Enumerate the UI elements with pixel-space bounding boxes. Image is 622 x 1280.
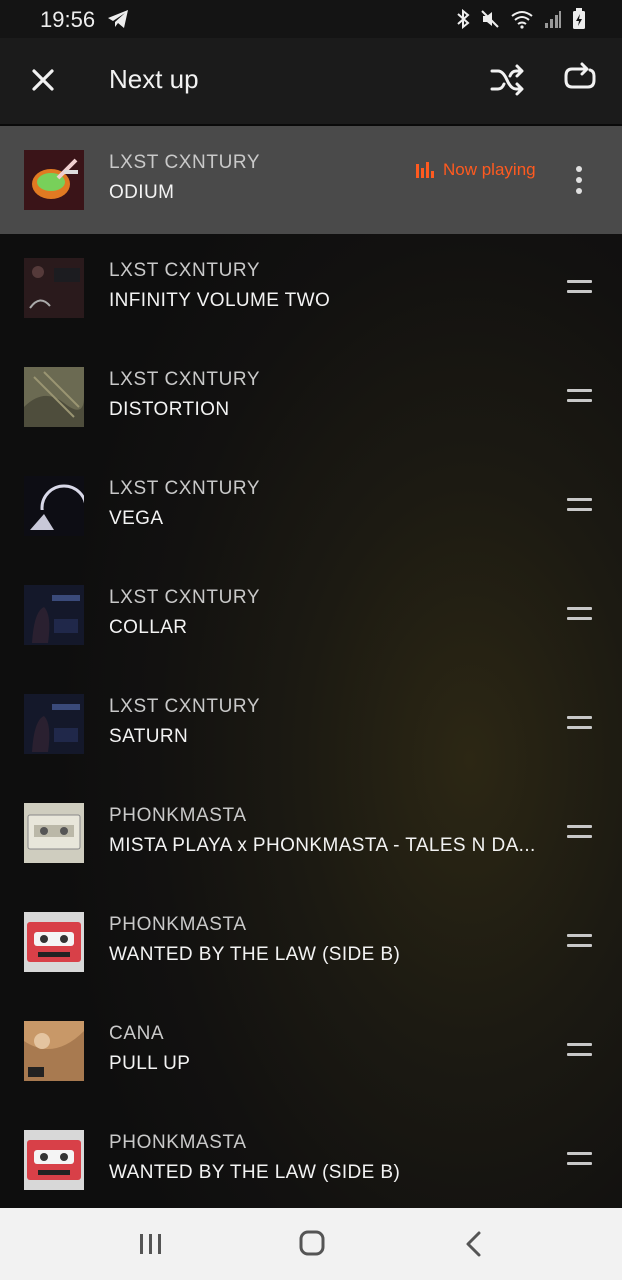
album-art bbox=[24, 258, 84, 318]
drag-handle-icon[interactable] bbox=[567, 607, 592, 621]
track-title: PULL UP bbox=[109, 1053, 191, 1074]
track-title: WANTED BY THE LAW (SIDE B) bbox=[109, 1162, 401, 1183]
track-title: DISTORTION bbox=[109, 399, 230, 420]
more-options-icon[interactable] bbox=[570, 164, 588, 196]
repeat-icon[interactable] bbox=[562, 62, 598, 98]
track-title: MISTA PLAYA x PHONKMASTA - TALES N DA... bbox=[109, 835, 536, 856]
telegram-icon bbox=[108, 10, 128, 28]
queue-item[interactable]: LXST CXNTURY DISTORTION bbox=[0, 343, 622, 452]
track-title: INFINITY VOLUME TWO bbox=[109, 290, 331, 311]
album-art bbox=[24, 803, 84, 863]
status-icons bbox=[456, 8, 586, 30]
recents-icon[interactable] bbox=[138, 1232, 164, 1256]
track-title: ODIUM bbox=[109, 182, 175, 203]
album-art bbox=[24, 367, 84, 427]
queue-item[interactable]: PHONKMASTA WANTED BY THE LAW (SIDE B) bbox=[0, 1106, 622, 1215]
track-artist: LXST CXNTURY bbox=[109, 152, 261, 173]
drag-handle-icon[interactable] bbox=[567, 1152, 592, 1166]
album-art bbox=[24, 585, 84, 645]
queue-item[interactable]: LXST CXNTURY VEGA bbox=[0, 452, 622, 561]
track-title: VEGA bbox=[109, 508, 164, 529]
album-art bbox=[24, 912, 84, 972]
bluetooth-icon bbox=[457, 9, 470, 29]
track-artist: PHONKMASTA bbox=[109, 914, 247, 935]
mute-icon bbox=[481, 10, 499, 28]
page-title: Next up bbox=[109, 64, 199, 94]
queue-item[interactable]: LXST CXNTURY COLLAR bbox=[0, 561, 622, 670]
drag-handle-icon[interactable] bbox=[567, 934, 592, 948]
track-artist: LXST CXNTURY bbox=[109, 478, 261, 499]
back-icon[interactable] bbox=[463, 1230, 485, 1258]
track-artist: LXST CXNTURY bbox=[109, 369, 261, 390]
status-bar: 19:56 bbox=[0, 0, 622, 38]
queue-item[interactable]: CANA PULL UP bbox=[0, 997, 622, 1106]
track-artist: PHONKMASTA bbox=[109, 805, 247, 826]
now-playing-indicator: Now playing bbox=[416, 160, 536, 180]
drag-handle-icon[interactable] bbox=[567, 825, 592, 839]
queue-item[interactable]: PHONKMASTA MISTA PLAYA x PHONKMASTA - TA… bbox=[0, 779, 622, 888]
drag-handle-icon[interactable] bbox=[567, 1043, 592, 1057]
track-artist: CANA bbox=[109, 1023, 165, 1044]
queue-header: Next up bbox=[0, 38, 622, 127]
close-icon[interactable] bbox=[28, 65, 58, 95]
status-time: 19:56 bbox=[40, 7, 96, 32]
queue-list: LXST CXNTURY ODIUM Now playing LXST CXNT… bbox=[0, 126, 622, 1215]
track-artist: LXST CXNTURY bbox=[109, 587, 261, 608]
track-title: SATURN bbox=[109, 726, 189, 747]
equalizer-icon bbox=[416, 162, 434, 178]
track-title: COLLAR bbox=[109, 617, 188, 638]
queue-item[interactable]: PHONKMASTA WANTED BY THE LAW (SIDE B) bbox=[0, 888, 622, 997]
album-art bbox=[24, 476, 84, 536]
album-art bbox=[24, 1130, 84, 1190]
system-nav-bar bbox=[0, 1208, 622, 1280]
drag-handle-icon[interactable] bbox=[567, 389, 592, 403]
album-art bbox=[24, 694, 84, 754]
shuffle-icon[interactable] bbox=[489, 62, 525, 98]
drag-handle-icon[interactable] bbox=[567, 280, 592, 294]
track-artist: PHONKMASTA bbox=[109, 1132, 247, 1153]
home-icon[interactable] bbox=[299, 1230, 325, 1256]
drag-handle-icon[interactable] bbox=[567, 716, 592, 730]
queue-item[interactable]: LXST CXNTURY INFINITY VOLUME TWO bbox=[0, 234, 622, 343]
album-art bbox=[24, 150, 84, 210]
track-title: WANTED BY THE LAW (SIDE B) bbox=[109, 944, 401, 965]
wifi-icon bbox=[511, 11, 533, 29]
battery-icon bbox=[573, 8, 585, 29]
drag-handle-icon[interactable] bbox=[567, 498, 592, 512]
queue-item-now-playing[interactable]: LXST CXNTURY ODIUM Now playing bbox=[0, 126, 622, 234]
queue-item[interactable]: LXST CXNTURY SATURN bbox=[0, 670, 622, 779]
track-artist: LXST CXNTURY bbox=[109, 696, 261, 717]
now-playing-label: Now playing bbox=[443, 160, 536, 179]
album-art bbox=[24, 1021, 84, 1081]
signal-icon bbox=[545, 11, 561, 28]
track-artist: LXST CXNTURY bbox=[109, 260, 261, 281]
